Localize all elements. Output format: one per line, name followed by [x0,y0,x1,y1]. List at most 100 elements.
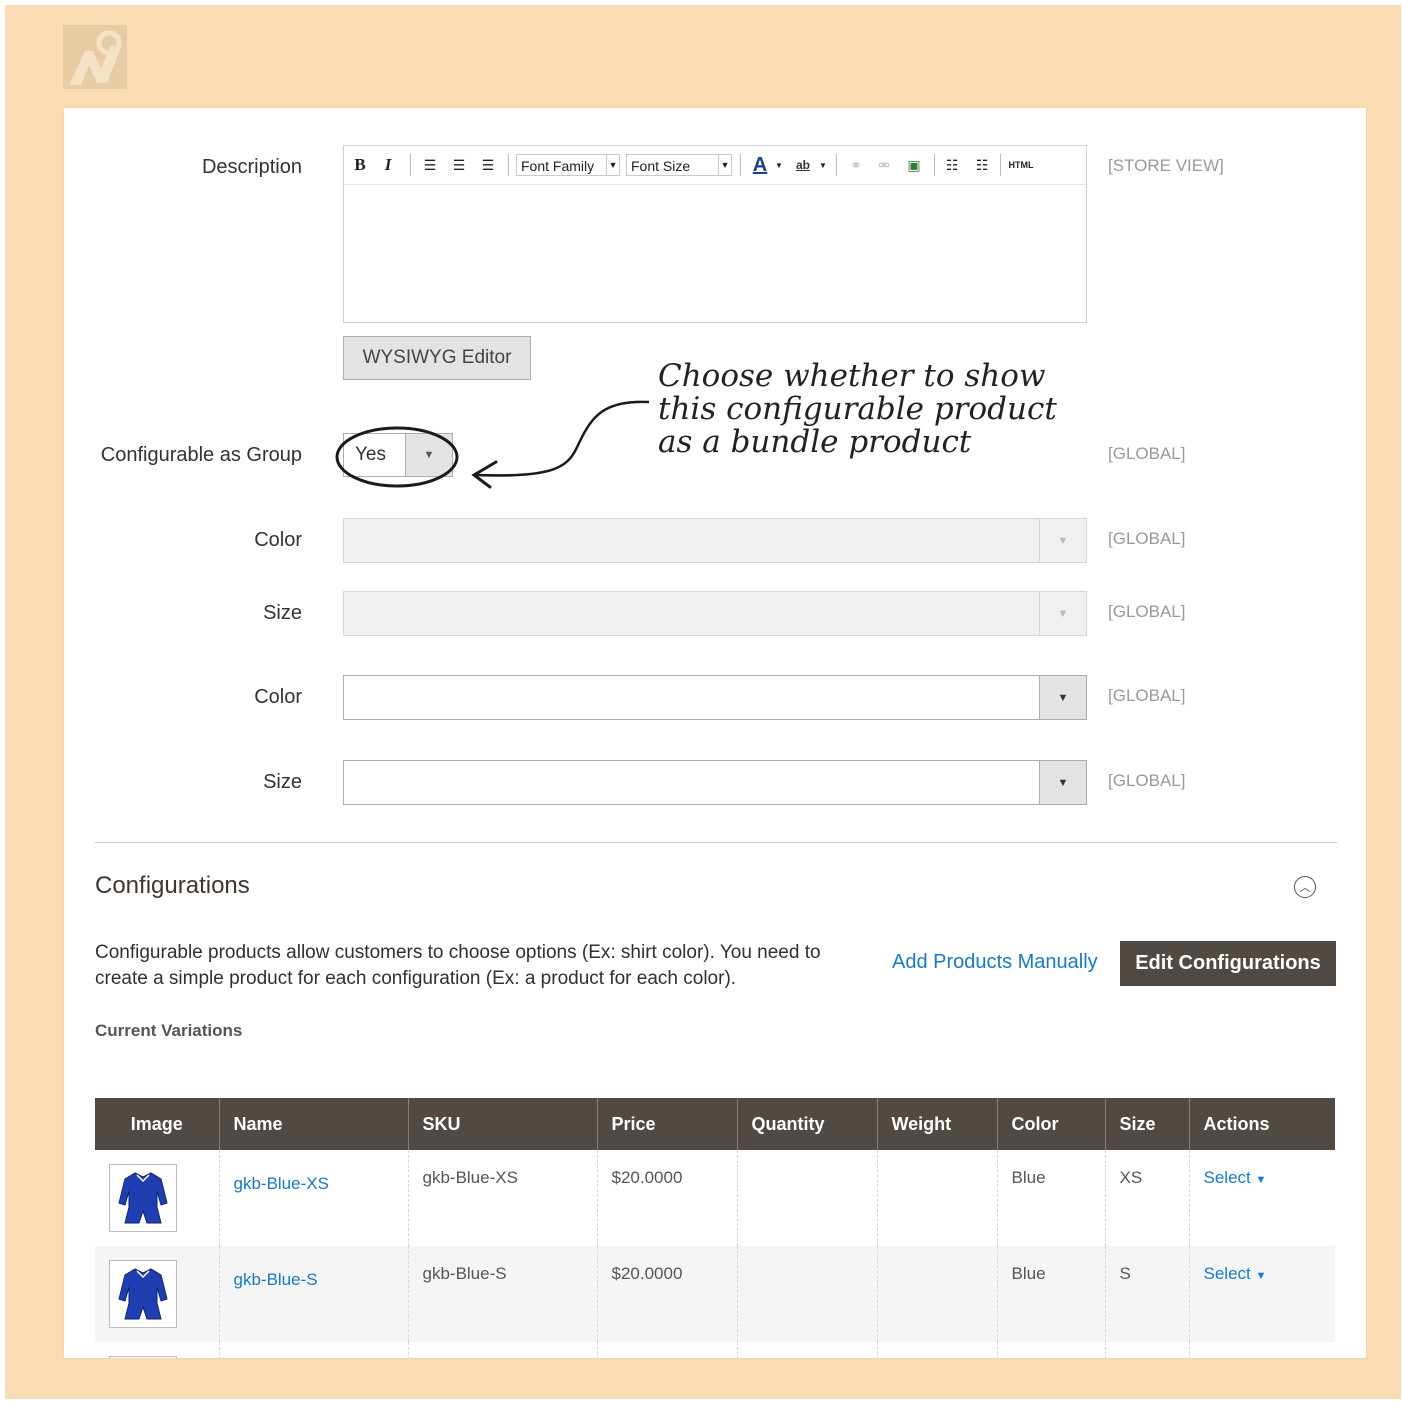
numbered-list-icon[interactable]: ☷ [970,154,994,176]
column-header-size: Size [1104,1098,1189,1150]
chevron-down-icon[interactable]: ▼ [1039,761,1086,804]
price-cell [596,1342,737,1358]
color-scope: [GLOBAL] [1108,529,1186,548]
link-icon[interactable]: ⚭ [844,154,868,176]
color-cell: Blue [996,1150,1105,1246]
chevron-down-icon[interactable]: ▼ [1039,676,1086,719]
color-scope: [GLOBAL] [1108,686,1186,705]
configurations-title: Configurations [95,872,250,899]
align-center-icon[interactable]: ☰ [447,154,471,176]
image-cell [95,1246,219,1342]
column-header-color: Color [996,1098,1105,1150]
html-source-button[interactable]: HTML [1006,154,1036,176]
description-editor[interactable]: B I ☰ ☰ ☰ Font Family ▼ Font Size ▼ A ▼ … [343,145,1087,323]
column-header-sku: SKU [407,1098,597,1150]
current-variations-label: Current Variations [95,1021,243,1040]
font-family-select[interactable]: Font Family ▼ [516,154,620,176]
select-action-link[interactable]: Select ▼ [1204,1264,1267,1283]
sku-cell [407,1342,597,1358]
color-select-disabled: ▼ [343,518,1087,563]
quantity-cell [736,1342,877,1358]
table-row [95,1342,1335,1358]
column-header-quantity: Quantity [736,1098,877,1150]
weight-cell [876,1150,997,1246]
size-scope: [GLOBAL] [1108,771,1186,790]
description-label: Description [201,156,302,178]
image-cell [95,1342,219,1358]
chevron-down-icon: ▼ [606,155,619,175]
description-scope: [STORE VIEW] [1108,156,1224,175]
description-textarea[interactable] [344,185,1086,322]
column-header-weight: Weight [876,1098,997,1150]
caret-down-icon: ▼ [1255,1174,1267,1186]
font-family-value: Font Family [521,158,595,174]
size-cell [1104,1342,1189,1358]
edit-configurations-button[interactable]: Edit Configurations [1120,941,1336,986]
font-size-select[interactable]: Font Size ▼ [626,154,732,176]
configurable-group-label: Configurable as Group [100,444,302,466]
annotation-line: as a bundle product [658,424,972,460]
product-name-link[interactable]: gkb-Blue-XS [234,1174,329,1194]
configurable-group-scope: [GLOBAL] [1108,444,1186,463]
name-cell: gkb-Blue-S [218,1246,408,1342]
size-scope: [GLOBAL] [1108,602,1186,621]
size-label: Size [263,771,302,793]
size-select[interactable]: ▼ [343,760,1087,805]
bullet-list-icon[interactable]: ☷ [940,154,964,176]
price-cell: $20.0000 [596,1246,737,1342]
brand-logo-icon [63,25,127,89]
size-label: Size [263,602,302,624]
actions-cell [1188,1342,1335,1358]
color-label: Color [254,529,302,551]
collapse-icon[interactable]: ︿ [1294,876,1316,898]
text-color-button[interactable]: A [748,154,772,176]
color-select[interactable]: ▼ [343,675,1087,720]
weight-cell [876,1342,997,1358]
italic-button[interactable]: I [378,154,398,176]
product-form-card: Description B I ☰ ☰ ☰ Font Family ▼ Font… [64,108,1366,1358]
actions-cell: Select ▼ [1188,1246,1335,1342]
sku-cell: gkb-Blue-XS [407,1150,597,1246]
configurations-description: Configurable products allow customers to… [95,942,821,989]
product-thumbnail[interactable] [109,1260,177,1328]
size-cell: S [1104,1246,1189,1342]
wysiwyg-editor-button[interactable]: WYSIWYG Editor [343,336,531,380]
text-color-dropdown-icon[interactable]: ▼ [774,154,784,176]
product-thumbnail[interactable] [109,1356,177,1358]
color-cell [996,1342,1105,1358]
page-frame: Description B I ☰ ☰ ☰ Font Family ▼ Font… [5,5,1401,1399]
font-size-value: Font Size [631,158,691,174]
section-divider [95,842,1337,843]
product-name-link[interactable]: gkb-Blue-S [234,1270,318,1290]
highlight-dropdown-icon[interactable]: ▼ [818,154,828,176]
select-action-label: Select [1203,1264,1251,1283]
name-cell: gkb-Blue-XS [218,1150,408,1246]
product-thumbnail[interactable] [109,1164,177,1232]
highlight-button[interactable]: ab [790,154,816,176]
price-cell: $20.0000 [596,1150,737,1246]
actions-cell: Select ▼ [1188,1150,1335,1246]
chevron-down-icon: ▼ [1039,519,1086,562]
editor-toolbar: B I ☰ ☰ ☰ Font Family ▼ Font Size ▼ A ▼ … [344,146,1086,185]
annotation-line: this configurable product [658,391,1057,427]
align-left-icon[interactable]: ☰ [418,154,442,176]
chevron-down-icon: ▼ [1039,592,1086,635]
chevron-down-icon: ▼ [718,155,731,175]
column-header-price: Price [596,1098,737,1150]
variations-table: Image Name SKU Price Quantity Weight Col… [95,1098,1335,1358]
name-cell [218,1342,408,1358]
jersey-icon [118,1172,168,1224]
caret-down-icon: ▼ [1255,1270,1267,1282]
annotation-note: Choose whether to show this configurable… [658,360,1057,459]
unlink-icon[interactable]: ⚮ [872,154,896,176]
align-right-icon[interactable]: ☰ [476,154,500,176]
image-icon[interactable]: ▣ [902,154,926,176]
weight-cell [876,1246,997,1342]
select-action-link[interactable]: Select ▼ [1204,1168,1267,1187]
bold-button[interactable]: B [350,154,370,176]
select-action-label: Select [1203,1168,1251,1187]
table-header-row: Image Name SKU Price Quantity Weight Col… [95,1098,1335,1150]
add-products-manually-link[interactable]: Add Products Manually [892,951,1098,974]
jersey-icon [118,1268,168,1320]
image-cell [95,1150,219,1246]
